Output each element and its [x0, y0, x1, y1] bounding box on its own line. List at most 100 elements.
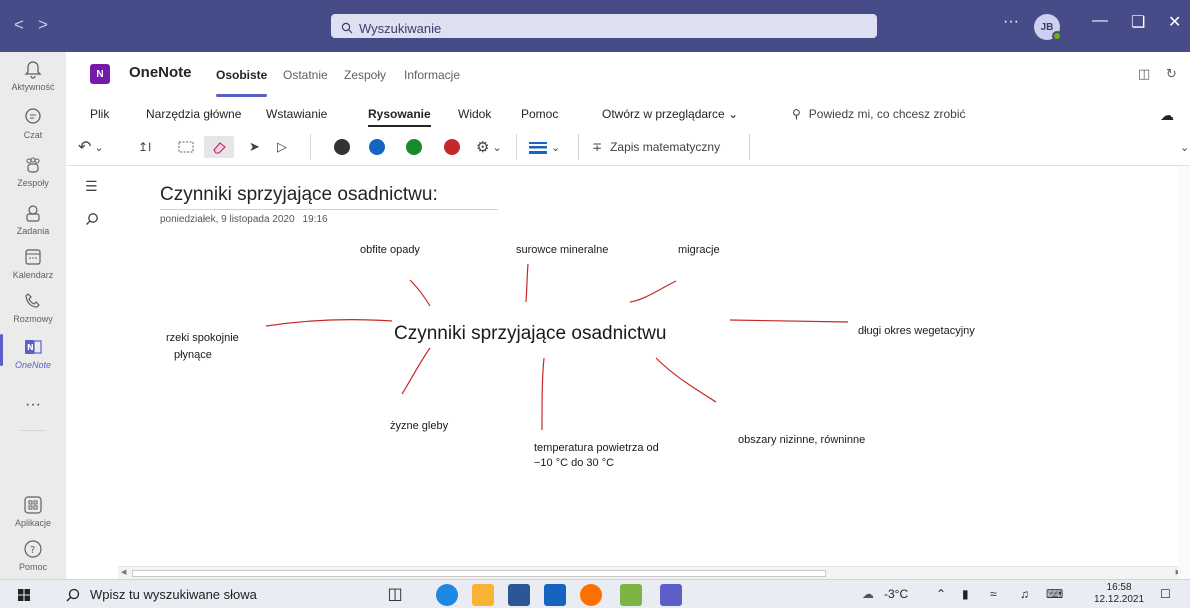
lasso-select-icon[interactable]	[178, 136, 194, 158]
eraser-button[interactable]	[204, 136, 234, 158]
close-icon[interactable]: ✕	[1168, 12, 1181, 32]
search-box[interactable]: Wyszukiwanie	[331, 14, 877, 38]
color-palette-button[interactable]: ⚙ ⌄	[476, 136, 502, 158]
tell-me-box[interactable]: ⚲ Powiedz mi, co chcesz zrobić	[792, 107, 966, 121]
label-gleby[interactable]: żyzne gleby	[390, 418, 448, 434]
label-rzeki-1[interactable]: rzeki spokojnie	[166, 330, 239, 346]
pen-tool-icon[interactable]: ➤	[249, 136, 260, 158]
bell-icon	[24, 61, 42, 79]
mail-icon[interactable]	[544, 584, 566, 606]
history-arrows[interactable]: <>	[14, 15, 62, 35]
notification-center-icon[interactable]: ☐	[1160, 587, 1171, 601]
center-topic[interactable]: Czynniki sprzyjające osadnictwu	[394, 323, 666, 345]
weather-temperature[interactable]: -3°C	[884, 587, 908, 601]
rail-item-chat[interactable]: Czat	[0, 106, 66, 140]
menu-draw[interactable]: Rysowanie	[368, 107, 431, 127]
network-icon[interactable]: ≈	[990, 587, 997, 601]
label-temperatura-2[interactable]: −10 °C do 30 °C	[534, 455, 614, 471]
toolbar-separator	[578, 134, 579, 160]
weather-icon[interactable]: ☁	[862, 587, 874, 601]
search-icon[interactable]	[85, 212, 99, 231]
tab-ostatnie[interactable]: Ostatnie	[283, 68, 328, 82]
edge-browser-icon[interactable]	[436, 584, 458, 606]
open-in-browser-button[interactable]: Otwórz w przeglądarce ⌄	[602, 107, 738, 121]
minimize-icon[interactable]: —	[1092, 12, 1108, 30]
file-explorer-icon[interactable]	[472, 584, 494, 606]
firefox-icon[interactable]	[580, 584, 602, 606]
undo-button[interactable]: ↶ ⌄	[78, 136, 104, 158]
label-wegetacja[interactable]: długi okres wegetacyjny	[858, 323, 975, 339]
minecraft-icon[interactable]	[620, 584, 642, 606]
menu-file[interactable]: Plik	[90, 107, 109, 121]
taskbar-search-placeholder: Wpisz tu wyszukiwane słowa	[90, 587, 257, 602]
page-canvas[interactable]: Czynniki sprzyjające osadnictwu: poniedz…	[118, 166, 1184, 566]
volume-icon[interactable]: ♫	[1020, 587, 1029, 601]
math-icon: ∓	[592, 140, 603, 154]
more-options-icon[interactable]: ···	[1003, 13, 1019, 31]
toolbar-separator	[516, 134, 517, 160]
rail-more-icon[interactable]: ···	[0, 396, 66, 414]
rail-item-apps[interactable]: Aplikacje	[0, 494, 66, 528]
label-opady[interactable]: obfite opady	[360, 242, 420, 258]
battery-icon[interactable]: ▮	[962, 587, 969, 601]
scrollbar-thumb[interactable]	[132, 570, 826, 577]
rail-item-onenote[interactable]: N OneNote	[0, 334, 66, 370]
task-view-icon[interactable]: ◫	[384, 584, 406, 606]
label-surowce[interactable]: surowce mineralne	[516, 242, 608, 258]
notebooks-icon[interactable]: ☰	[85, 178, 98, 195]
rail-item-activity[interactable]: Aktywność	[0, 58, 66, 92]
app-header: N OneNote Osobiste Ostatnie Zespoły Info…	[66, 52, 1190, 98]
system-clock[interactable]: 16:58 12.12.2021	[1094, 582, 1144, 606]
tab-informacje[interactable]: Informacje	[404, 68, 460, 82]
forward-arrow-icon[interactable]: >	[38, 15, 62, 34]
pen-color-black[interactable]	[334, 136, 350, 158]
menu-help[interactable]: Pomoc	[521, 107, 558, 121]
rail-item-tasks[interactable]: Zadania	[0, 202, 66, 236]
maximize-icon[interactable]: ❏	[1131, 12, 1145, 32]
tab-osobiste[interactable]: Osobiste	[216, 68, 268, 97]
label-rzeki-2[interactable]: płynące	[174, 347, 212, 363]
rail-item-calendar[interactable]: Kalendarz	[0, 246, 66, 280]
refresh-icon[interactable]: ↻	[1166, 66, 1177, 82]
windows-start-icon[interactable]	[18, 589, 30, 601]
chat-icon	[25, 108, 41, 124]
popout-icon[interactable]: ◫	[1138, 66, 1150, 82]
palette-icon: ⚙	[476, 139, 490, 156]
keyboard-icon[interactable]: ⌨	[1046, 587, 1063, 601]
scroll-left-icon[interactable]: ◀	[121, 568, 126, 576]
taskbar-search[interactable]: Wpisz tu wyszukiwane słowa	[66, 587, 257, 602]
avatar[interactable]: JB	[1034, 14, 1062, 41]
app-rail: Aktywność Czat Zespoły Zadania Kalendarz…	[0, 52, 66, 579]
stroke-thickness-button[interactable]: ⌄	[528, 136, 560, 158]
pen-color-swatch	[406, 139, 422, 155]
tab-zespoly[interactable]: Zespoły	[344, 68, 386, 82]
pen-color-swatch	[369, 139, 385, 155]
windows-taskbar: Wpisz tu wyszukiwane słowa ◫ ☁ -3°C ⌃ ▮ …	[0, 579, 1190, 608]
label-temperatura-1[interactable]: temperatura powietrza od	[534, 440, 659, 456]
collapse-ribbon-icon[interactable]: ⌄	[1180, 136, 1189, 158]
menu-insert[interactable]: Wstawianie	[266, 107, 327, 121]
label-nizinne[interactable]: obszary nizinne, równinne	[738, 432, 865, 448]
word-icon[interactable]	[508, 584, 530, 606]
menu-view[interactable]: Widok	[458, 107, 491, 121]
onenote-icon: N	[25, 340, 42, 354]
label-migracje[interactable]: migracje	[678, 242, 720, 258]
menu-home[interactable]: Narzędzia główne	[146, 107, 241, 121]
lasso-text-icon[interactable]: ↥I	[138, 136, 151, 158]
vertical-scrollbar[interactable]	[1178, 166, 1190, 579]
undo-icon: ↶	[78, 139, 92, 156]
pen-color-green[interactable]	[406, 136, 422, 158]
tray-chevron-up-icon[interactable]: ⌃	[936, 587, 946, 601]
pen-color-blue[interactable]	[369, 136, 385, 158]
pen-color-red[interactable]	[444, 136, 460, 158]
horizontal-scrollbar[interactable]: ◀ ▶	[118, 566, 1184, 579]
svg-text:N: N	[27, 343, 34, 352]
rail-item-help[interactable]: ? Pomoc	[0, 538, 66, 572]
back-arrow-icon[interactable]: <	[14, 15, 38, 34]
rail-item-teams[interactable]: Zespoły	[0, 154, 66, 188]
rail-item-calls[interactable]: Rozmowy	[0, 290, 66, 324]
highlighter-tool-icon[interactable]: ▷	[277, 136, 287, 158]
math-button[interactable]: ∓ Zapis matematyczny	[592, 136, 720, 158]
teams-taskbar-icon[interactable]	[660, 584, 682, 606]
cloud-sync-icon[interactable]: ☁	[1160, 107, 1174, 124]
